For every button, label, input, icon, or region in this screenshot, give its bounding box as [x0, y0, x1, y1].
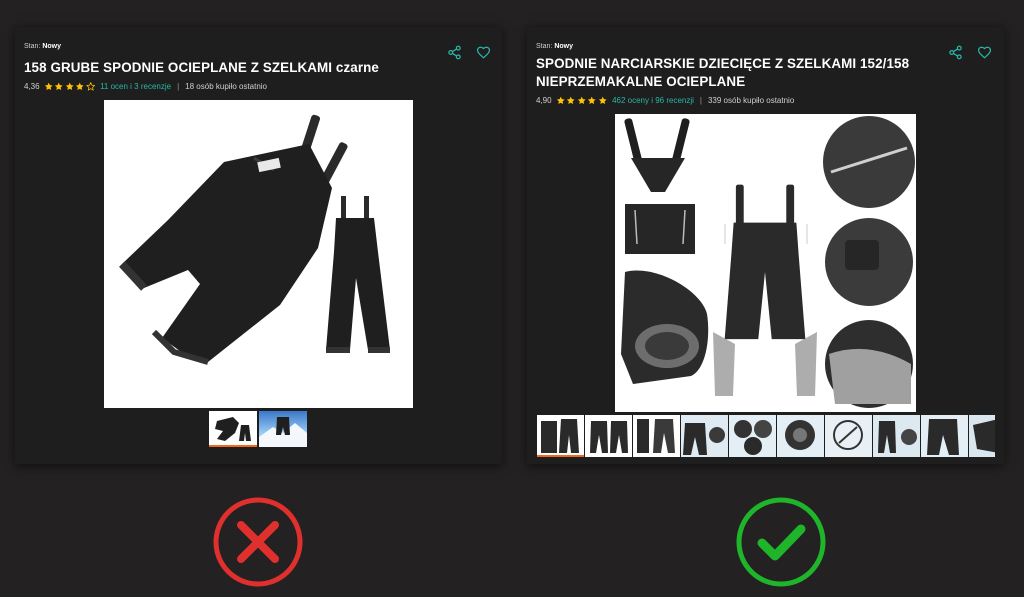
check-icon — [736, 497, 826, 587]
purchases-count: 18 osób kupiło ostatnio — [185, 82, 268, 91]
thumbnail-3[interactable] — [633, 415, 680, 457]
thumbnail-strip — [209, 411, 307, 447]
thumbnail-image — [637, 419, 675, 453]
reviews-link[interactable]: 11 ocen i 3 recenzje — [100, 82, 171, 91]
share-icon[interactable] — [447, 45, 462, 60]
share-icon[interactable] — [948, 45, 963, 60]
thumbnail-image — [927, 419, 959, 455]
product-main-image[interactable] — [104, 100, 413, 408]
star-icon — [54, 82, 64, 91]
separator: | — [177, 82, 180, 91]
product-main-image[interactable] — [615, 114, 916, 412]
thumbnail-image — [878, 421, 917, 453]
thumbnail-image — [785, 420, 815, 450]
thumbnail-1[interactable] — [537, 415, 584, 457]
ski-pants-collage-image — [621, 116, 915, 408]
condition-label: Stan: Nowy — [536, 43, 573, 50]
heart-icon[interactable] — [977, 45, 992, 60]
heart-icon[interactable] — [476, 45, 491, 60]
star-rating — [44, 82, 97, 91]
rating-value: 4,90 — [536, 96, 552, 105]
purchases-count: 339 osób kupiło ostatnio — [707, 96, 795, 105]
product-title[interactable]: SPODNIE NARCIARSKIE DZIECIĘCE Z SZELKAMI… — [536, 55, 946, 91]
thumbnail-10[interactable] — [969, 415, 995, 457]
thumbnail-image — [973, 419, 995, 453]
thumbnail-2[interactable] — [585, 415, 632, 457]
thumbnail-8[interactable] — [873, 415, 920, 457]
condition-label: Stan: Nowy — [24, 43, 61, 50]
thumbnail-image — [734, 420, 772, 455]
right-product-card: Stan: Nowy SPODNIE NARCIARSKIE DZIECIĘCE… — [527, 27, 1004, 464]
star-icon — [598, 96, 608, 105]
thumbnail-image — [541, 419, 579, 453]
product-title[interactable]: 158 GRUBE SPODNIE OCIEPLANE Z SZELKAMI c… — [24, 59, 444, 77]
rating-row: 4,90 462 oceny i 96 recenzji | 339 osób … — [536, 96, 794, 105]
separator: | — [699, 96, 702, 105]
thumbnail-strip — [537, 415, 995, 457]
star-outline-icon — [86, 82, 96, 91]
thumbnail-9[interactable] — [921, 415, 968, 457]
snow-pants-image — [119, 114, 390, 365]
thumbnail-image — [259, 417, 307, 447]
star-icon — [556, 96, 566, 105]
reviews-link[interactable]: 462 oceny i 96 recenzji — [612, 96, 694, 105]
action-icons — [948, 45, 992, 60]
cross-icon — [213, 497, 303, 587]
action-icons — [447, 45, 491, 60]
condition-value: Nowy — [42, 43, 61, 50]
thumbnail-image — [683, 423, 725, 455]
condition-value: Nowy — [554, 43, 573, 50]
star-icon — [577, 96, 587, 105]
star-icon — [587, 96, 597, 105]
thumbnail-4[interactable] — [681, 415, 728, 457]
rating-value: 4,36 — [24, 82, 40, 91]
star-icon — [65, 82, 75, 91]
thumbnail-7[interactable] — [825, 415, 872, 457]
rating-row: 4,36 11 ocen i 3 recenzje | 18 osób kupi… — [24, 82, 267, 91]
thumbnail-image — [833, 420, 863, 450]
left-product-card: Stan: Nowy 158 GRUBE SPODNIE OCIEPLANE Z… — [15, 27, 502, 464]
star-icon — [566, 96, 576, 105]
star-rating — [556, 96, 609, 105]
thumbnail-image — [215, 417, 251, 441]
thumbnail-1[interactable] — [209, 411, 257, 447]
thumbnail-2[interactable] — [259, 411, 307, 447]
thumbnail-5[interactable] — [729, 415, 776, 457]
star-icon — [44, 82, 54, 91]
star-icon — [75, 82, 85, 91]
thumbnail-6[interactable] — [777, 415, 824, 457]
thumbnail-image — [590, 421, 628, 453]
